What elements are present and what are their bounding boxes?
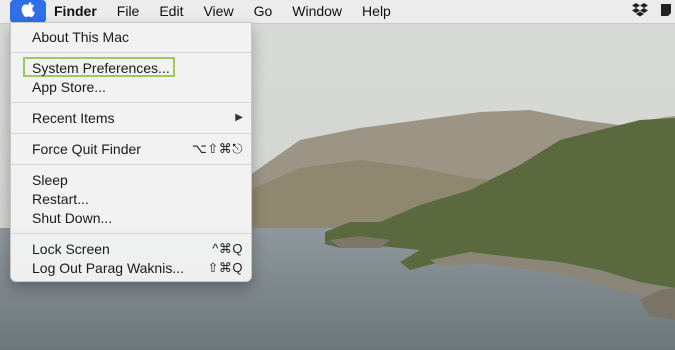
menu-item-restart[interactable]: Restart...: [11, 189, 251, 208]
menu-item-shut-down[interactable]: Shut Down...: [11, 208, 251, 227]
dropbox-icon[interactable]: [631, 2, 649, 21]
menu-separator: [11, 164, 251, 165]
menu-separator: [11, 52, 251, 53]
menu-item-label: Sleep: [32, 171, 68, 188]
menu-item-label: About This Mac: [32, 28, 130, 45]
menu-item-label: System Preferences...: [32, 59, 170, 76]
menu-item-shortcut: ^⌘Q: [212, 240, 243, 256]
menu-item-sleep[interactable]: Sleep: [11, 170, 251, 189]
menu-item-label: Force Quit Finder: [32, 140, 141, 157]
apple-menu-dropdown: About This Mac System Preferences... App…: [10, 22, 252, 282]
menu-finder[interactable]: Finder: [46, 0, 107, 23]
menu-item-label: Lock Screen: [32, 240, 110, 257]
menu-item-log-out[interactable]: Log Out Parag Waknis... ⇧⌘Q: [11, 258, 251, 277]
menu-item-about-this-mac[interactable]: About This Mac: [11, 27, 251, 46]
display-icon[interactable]: [659, 2, 673, 21]
menu-file[interactable]: File: [107, 0, 150, 23]
status-area: [631, 2, 675, 21]
apple-icon: [21, 2, 35, 21]
menu-edit[interactable]: Edit: [149, 0, 193, 23]
menu-item-lock-screen[interactable]: Lock Screen ^⌘Q: [11, 239, 251, 258]
menu-separator: [11, 102, 251, 103]
menu-item-recent-items[interactable]: Recent Items ▶: [11, 108, 251, 127]
apple-menu-button[interactable]: [10, 0, 46, 23]
menu-item-system-preferences[interactable]: System Preferences...: [11, 58, 251, 77]
menu-help[interactable]: Help: [352, 0, 401, 23]
menu-item-label: Restart...: [32, 190, 89, 207]
menu-item-force-quit[interactable]: Force Quit Finder ⌥⇧⌘⎋: [11, 139, 251, 158]
menu-separator: [11, 133, 251, 134]
menu-item-label: Shut Down...: [32, 209, 113, 226]
menu-item-app-store[interactable]: App Store...: [11, 77, 251, 96]
menu-view[interactable]: View: [193, 0, 243, 23]
menu-bar: Finder File Edit View Go Window Help: [0, 0, 675, 24]
menu-go[interactable]: Go: [244, 0, 283, 23]
menu-item-label: Log Out Parag Waknis...: [32, 259, 184, 276]
menu-item-shortcut: ⇧⌘Q: [207, 259, 243, 275]
menu-item-label: Recent Items: [32, 109, 115, 126]
menu-separator: [11, 233, 251, 234]
menu-item-shortcut: ⌥⇧⌘⎋: [191, 140, 243, 156]
menu-window[interactable]: Window: [282, 0, 352, 23]
menu-item-label: App Store...: [32, 78, 106, 95]
submenu-arrow-icon: ▶: [235, 112, 243, 123]
